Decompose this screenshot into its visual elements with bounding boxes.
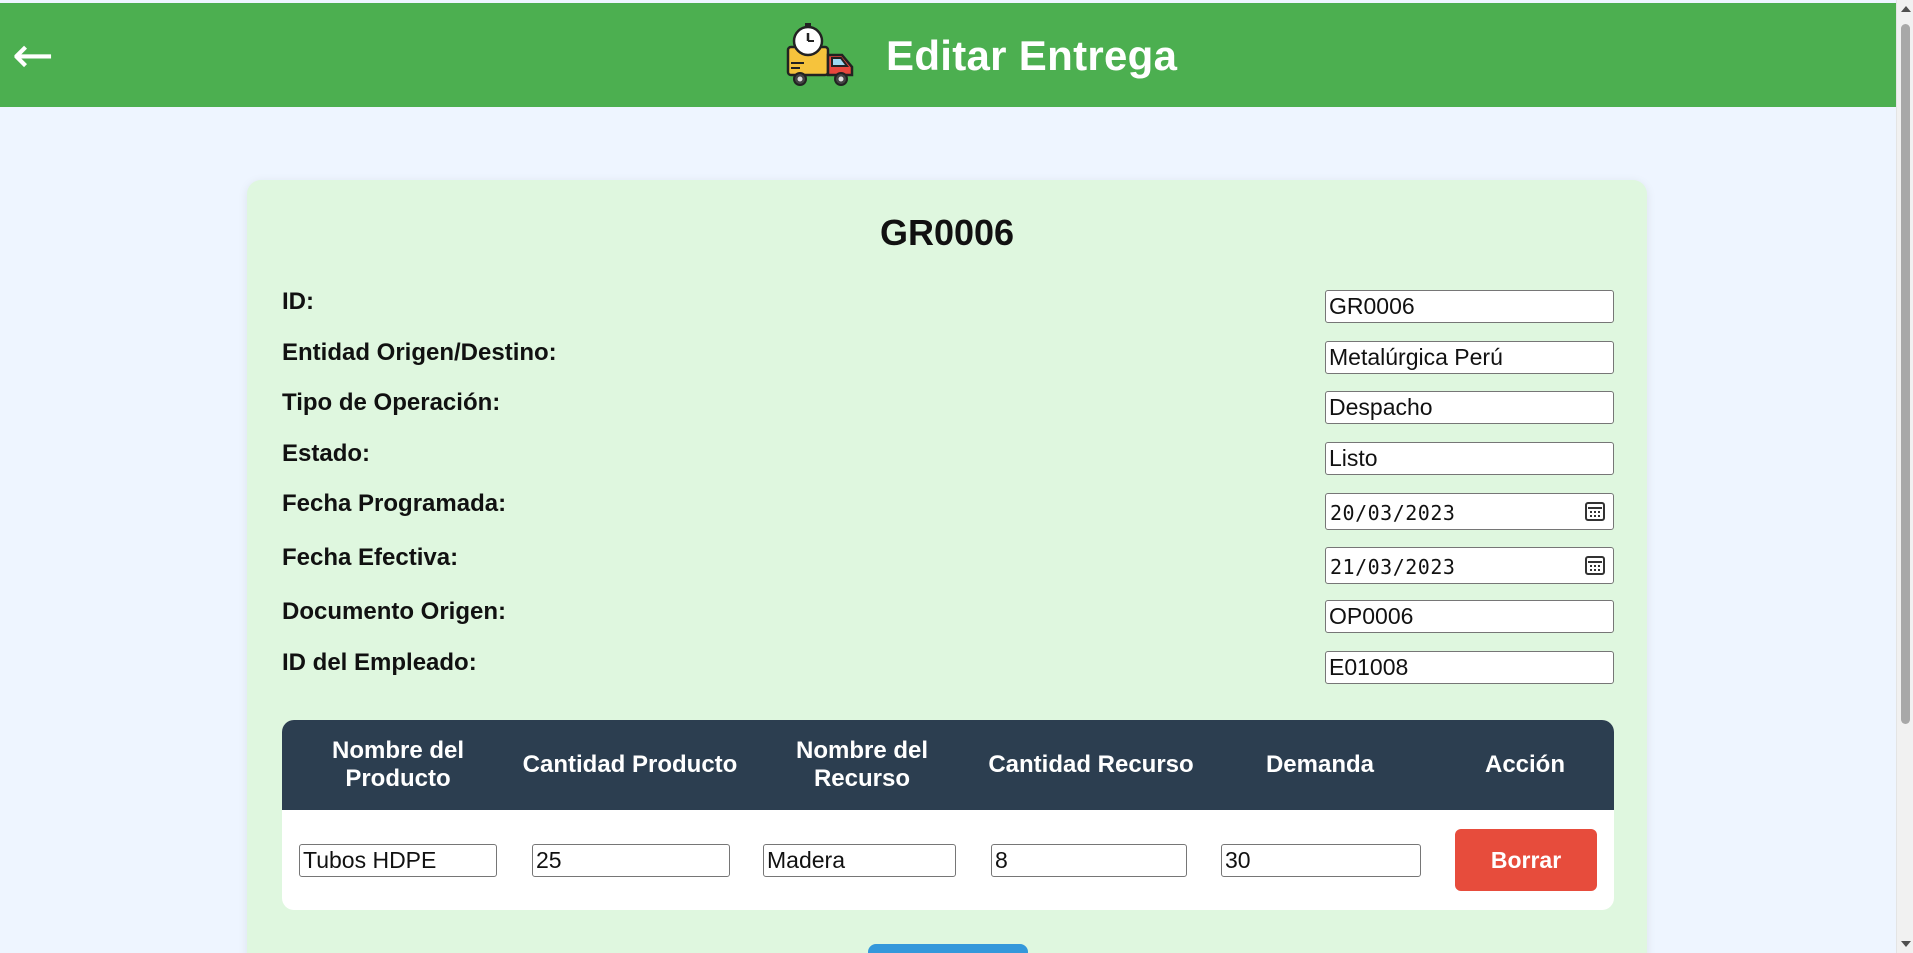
header-brand: Editar Entrega — [784, 21, 1177, 91]
delivery-edit-card: GR0006 ID: Entidad Origen/Destino: Tipo … — [247, 180, 1647, 953]
page-title: Editar Entrega — [886, 32, 1178, 79]
operation-type-field[interactable] — [1325, 391, 1614, 424]
resource-quantity-input[interactable] — [991, 844, 1187, 877]
effective-date-field[interactable]: 21/03/2023 — [1325, 547, 1614, 584]
employee-id-label: ID del Empleado: — [282, 649, 477, 676]
products-table: Nombre del Producto Cantidad Producto No… — [282, 720, 1614, 910]
calendar-icon[interactable] — [1585, 502, 1605, 521]
scroll-up-arrow-icon[interactable] — [1901, 6, 1911, 12]
column-header-action: Acción — [1484, 751, 1565, 778]
scheduled-date-value: 20/03/2023 — [1330, 501, 1456, 525]
id-label: ID: — [282, 288, 314, 315]
save-button[interactable] — [868, 944, 1028, 953]
column-header-product-quantity: Cantidad Producto — [522, 751, 738, 778]
scheduled-date-field[interactable]: 20/03/2023 — [1325, 493, 1614, 530]
effective-date-label: Fecha Efectiva: — [282, 544, 459, 571]
column-header-resource-name: Nombre del Recurso — [795, 737, 929, 792]
operation-type-label: Tipo de Operación: — [282, 389, 501, 416]
product-quantity-input[interactable] — [532, 844, 730, 877]
scrollbar-thumb[interactable] — [1901, 24, 1910, 724]
column-header-resource-quantity: Cantidad Recurso — [988, 751, 1194, 778]
id-field[interactable] — [1325, 290, 1614, 323]
calendar-icon[interactable] — [1585, 556, 1605, 575]
back-arrow-button[interactable]: ← — [12, 25, 54, 85]
page-scrollbar[interactable] — [1896, 0, 1913, 953]
product-name-input[interactable] — [299, 844, 497, 877]
entity-label: Entidad Origen/Destino: — [282, 339, 557, 366]
delivery-truck-icon — [786, 23, 854, 86]
source-document-label: Documento Origen: — [282, 598, 507, 625]
table-header: Nombre del Producto Cantidad Producto No… — [282, 720, 1614, 810]
entity-field[interactable] — [1325, 341, 1614, 374]
status-label: Estado: — [282, 440, 371, 467]
record-title: GR0006 — [879, 212, 1015, 253]
delete-row-button[interactable]: Borrar — [1455, 829, 1597, 891]
source-document-field[interactable] — [1325, 600, 1614, 633]
scheduled-date-label: Fecha Programada: — [282, 490, 507, 517]
demand-input[interactable] — [1221, 844, 1421, 877]
top-bar: ← Editar Entrega — [0, 3, 1896, 107]
employee-id-field[interactable] — [1325, 651, 1614, 684]
effective-date-value: 21/03/2023 — [1330, 555, 1456, 579]
resource-name-input[interactable] — [763, 844, 956, 877]
scroll-down-arrow-icon[interactable] — [1901, 941, 1911, 947]
status-field[interactable] — [1325, 442, 1614, 475]
column-header-product-name: Nombre del Producto — [331, 737, 465, 792]
column-header-demand: Demanda — [1265, 751, 1375, 778]
